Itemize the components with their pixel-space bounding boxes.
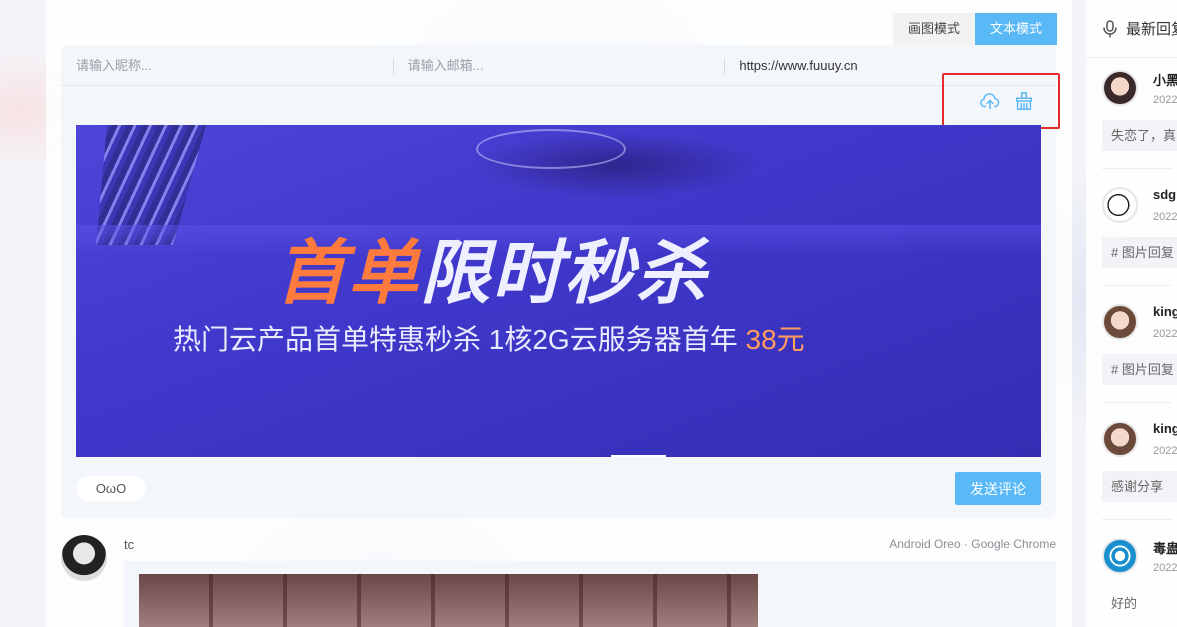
sidebar-reply-name[interactable]: 小黑: [1153, 70, 1177, 89]
banner-title-part1: 首单: [276, 234, 420, 312]
banner-price: 38元: [745, 324, 805, 355]
banner-pagination-dot[interactable]: [611, 455, 666, 457]
upload-cloud-icon[interactable]: [979, 90, 1001, 112]
sidebar-reply-item[interactable]: 毒蛊 2022 好的: [1086, 526, 1177, 627]
comment-form: 首单限时秒杀 热门云产品首单特惠秒杀 1核2G云服务器首年 38元 OωO 发送…: [61, 45, 1060, 518]
nickname-input[interactable]: [76, 57, 393, 73]
comment-fields: [61, 45, 1057, 86]
website-input[interactable]: [739, 57, 1057, 73]
sidebar-reply-date: 2022: [1153, 94, 1177, 106]
sidebar-reply-item[interactable]: king 2022 # 图片回复: [1086, 292, 1177, 409]
sidebar-reply-text[interactable]: 感谢分享: [1102, 471, 1177, 502]
avatar[interactable]: [61, 535, 107, 581]
sidebar-reply-text[interactable]: # 图片回复: [1102, 237, 1177, 268]
sidebar-reply-text[interactable]: 失恋了，真: [1102, 120, 1177, 151]
banner-title-part2: 限时秒杀: [420, 234, 708, 312]
sidebar-reply-date: 2022: [1153, 211, 1177, 223]
email-input[interactable]: [407, 57, 725, 73]
banner-subtitle: 热门云产品首单特惠秒杀 1核2G云服务器首年 38元: [173, 318, 805, 358]
nickname-field-wrap: [61, 45, 393, 86]
text-mode-button[interactable]: 文本模式: [975, 13, 1058, 45]
microphone-icon: [1103, 19, 1117, 38]
avatar[interactable]: [1102, 304, 1138, 340]
website-field-wrap: [724, 45, 1057, 86]
avatar[interactable]: [1102, 187, 1138, 223]
sidebar-reply-date: 2022: [1153, 562, 1177, 574]
sidebar-reply-text[interactable]: # 图片回复: [1102, 354, 1177, 385]
divider: [1102, 168, 1172, 169]
sidebar-reply-date: 2022: [1153, 328, 1177, 340]
mode-toggle: 画图模式 文本模式: [893, 13, 1058, 45]
promo-banner[interactable]: 首单限时秒杀 热门云产品首单特惠秒杀 1核2G云服务器首年 38元: [76, 125, 1041, 457]
comment-item: tc Android Oreo · Google Chrome: [61, 533, 1056, 627]
sidebar-reply-name[interactable]: king: [1153, 421, 1177, 436]
sidebar-reply-name[interactable]: king: [1153, 304, 1177, 319]
sidebar-reply-name[interactable]: 毒蛊: [1153, 538, 1177, 557]
divider: [1102, 519, 1172, 520]
avatar[interactable]: [1102, 421, 1138, 457]
sidebar-reply-item[interactable]: king 2022 感谢分享: [1086, 409, 1177, 526]
comment-author[interactable]: tc: [124, 537, 134, 552]
comment-body: [124, 561, 1056, 627]
avatar[interactable]: [1102, 538, 1138, 574]
comment-meta: Android Oreo · Google Chrome: [889, 537, 1056, 551]
sidebar-reply-name[interactable]: sdg: [1153, 187, 1176, 202]
emoji-button[interactable]: OωO: [76, 476, 146, 501]
banner-ring: [476, 129, 626, 169]
sidebar-header: 最新回复: [1086, 0, 1177, 58]
comment-image[interactable]: [139, 574, 758, 627]
send-comment-button[interactable]: 发送评论: [955, 472, 1041, 505]
banner-title: 首单限时秒杀: [276, 217, 708, 318]
divider: [1102, 285, 1172, 286]
avatar[interactable]: [1102, 70, 1138, 106]
sidebar-reply-item[interactable]: sdg 2022 # 图片回复: [1086, 175, 1177, 292]
email-field-wrap: [392, 45, 725, 86]
recent-replies-sidebar: 最新回复 小黑 2022 失恋了，真 sdg 2022 # 图片回复 king …: [1086, 0, 1177, 627]
sidebar-reply-text[interactable]: 好的: [1102, 588, 1177, 619]
sidebar-reply-item[interactable]: 小黑 2022 失恋了，真: [1086, 58, 1177, 175]
image-mode-button[interactable]: 画图模式: [893, 13, 976, 45]
divider: [1102, 402, 1172, 403]
clear-basket-icon[interactable]: [1013, 90, 1035, 112]
sidebar-title: 最新回复: [1125, 21, 1177, 38]
sidebar-reply-date: 2022: [1153, 445, 1177, 457]
comment-tools: [979, 90, 1035, 112]
banner-subtitle-text: 热门云产品首单特惠秒杀 1核2G云服务器首年: [173, 324, 746, 355]
